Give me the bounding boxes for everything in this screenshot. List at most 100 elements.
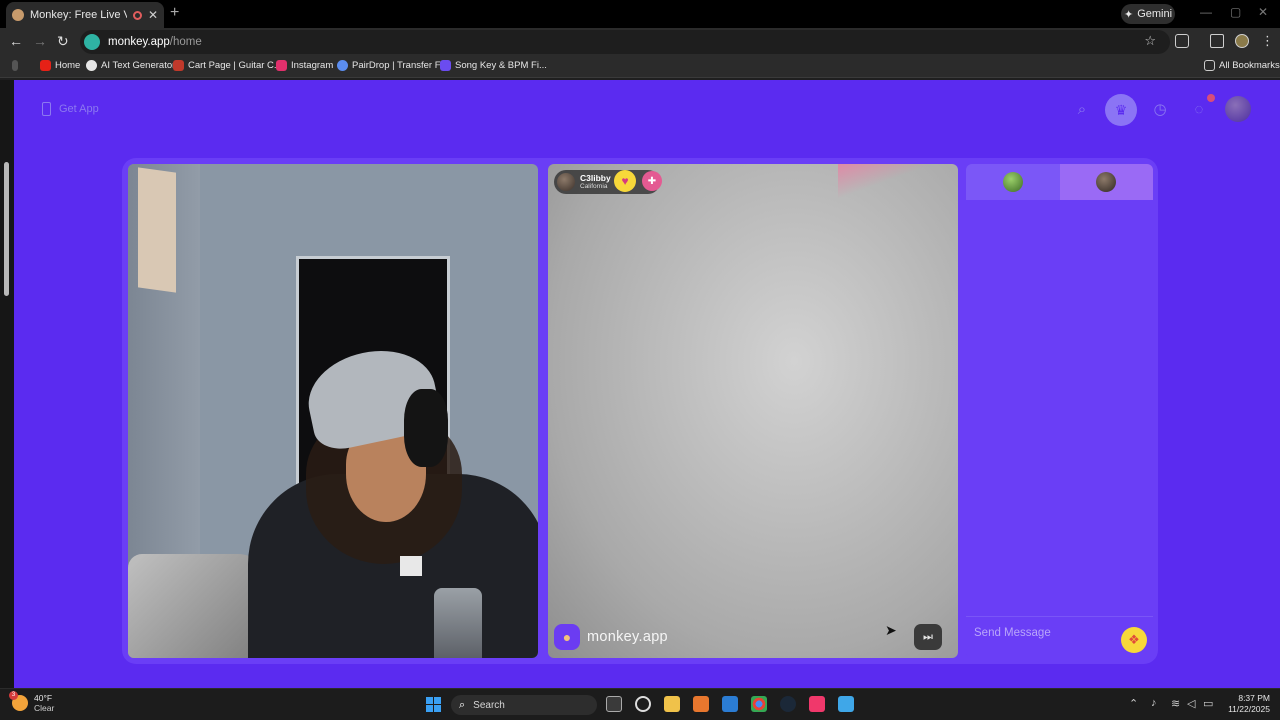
clock-time: 8:37 PM — [1238, 693, 1270, 703]
gift-icon[interactable]: ❖ — [1121, 627, 1147, 653]
forward-arrow-icon[interactable]: → — [33, 33, 47, 49]
monkey-logo-icon: ● — [554, 624, 580, 650]
address-bar[interactable]: monkey.app/home ☆ — [80, 30, 1170, 54]
heart-icon[interactable]: ♥ — [614, 170, 636, 192]
bookmarks-bar: Home AI Text Generator Cart Page | Guita… — [0, 56, 1280, 78]
app-a-icon[interactable] — [693, 696, 709, 712]
chrome-icon[interactable] — [751, 696, 767, 712]
cast-icon[interactable] — [1175, 34, 1189, 48]
taskbar-search-label: Search — [473, 699, 505, 711]
side-scrollbar[interactable] — [0, 80, 14, 688]
microphone — [434, 588, 482, 658]
monkey-favicon-icon — [12, 9, 24, 21]
word-icon[interactable] — [722, 696, 738, 712]
apps-grid-icon[interactable] — [12, 60, 18, 71]
remote-user-location: California — [580, 182, 608, 190]
led-strip — [838, 164, 958, 204]
battery-icon[interactable]: ▭ — [1203, 697, 1213, 710]
notification-badge — [1207, 94, 1215, 102]
chat-icon[interactable]: ◌ — [1188, 98, 1210, 120]
wifi-icon[interactable]: ≋ — [1171, 697, 1180, 710]
search-icon: ⌕ — [459, 698, 466, 711]
clock-date: 11/22/2025 — [1228, 704, 1270, 714]
file-explorer-icon[interactable] — [664, 696, 680, 712]
browser-titlebar: Monkey: Free Live Video Ch ✕ + ✦ Gemini … — [0, 0, 1280, 28]
bookmark-pairdrop[interactable]: PairDrop | Transfer F... — [337, 60, 447, 71]
bookmark-star-icon[interactable]: ☆ — [1144, 33, 1156, 49]
local-video — [128, 164, 538, 658]
mouse-cursor-icon: ➤ — [885, 622, 897, 638]
pillow — [128, 554, 268, 658]
scrollbar-thumb[interactable] — [4, 162, 9, 296]
brand-text: monkey.app — [587, 629, 668, 645]
monkey-watermark: ● monkey.app — [554, 624, 668, 650]
remote-video: C3libby California ♥ ✚ ● monkey.app ➤ ⏭ — [548, 164, 958, 658]
gemini-label: Gemini — [1137, 8, 1173, 20]
weather-temp: 40°F — [34, 693, 53, 703]
system-clock[interactable]: 8:37 PM 11/22/2025 — [1224, 693, 1270, 715]
tab-self[interactable] — [966, 164, 1060, 200]
chat-panel: ❖ — [966, 164, 1153, 658]
all-bookmarks[interactable]: All Bookmarks — [1204, 60, 1280, 71]
remote-avatar — [1096, 172, 1117, 192]
browser-tab[interactable]: Monkey: Free Live Video Ch ✕ — [6, 2, 164, 28]
room-window — [138, 167, 176, 293]
media-controls-icon[interactable] — [1210, 34, 1224, 48]
reload-icon[interactable]: ↻ — [57, 33, 69, 50]
music-icon — [440, 60, 451, 71]
skip-next-button[interactable]: ⏭ — [914, 624, 942, 650]
steam-icon[interactable] — [780, 696, 796, 712]
bookmark-ai-text-generator[interactable]: AI Text Generator — [86, 60, 175, 71]
profile-avatar[interactable] — [1225, 96, 1251, 122]
get-app-button[interactable]: Get App — [42, 102, 99, 116]
cart-icon — [173, 60, 184, 71]
task-view-icon[interactable] — [606, 696, 622, 712]
profile-icon[interactable] — [1235, 34, 1249, 48]
bookmark-cart-page[interactable]: Cart Page | Guitar C... — [173, 60, 282, 71]
url-text: monkey.app/home — [108, 36, 202, 48]
remote-user-avatar — [557, 173, 575, 191]
copilot-icon[interactable] — [635, 696, 651, 712]
send-message-input[interactable] — [974, 623, 1114, 643]
folder-icon — [1204, 60, 1215, 71]
maximize-icon[interactable]: ▢ — [1230, 5, 1241, 19]
taskbar-search[interactable]: ⌕ Search — [451, 695, 597, 715]
sparkle-icon: ✦ — [1123, 8, 1134, 21]
site-info-icon[interactable] — [84, 34, 100, 50]
pairdrop-icon — [337, 60, 348, 71]
remote-user-name: C3libby — [580, 172, 611, 183]
bookmark-song-key[interactable]: Song Key & BPM Fi... — [440, 60, 547, 71]
menu-kebab-icon[interactable]: ⋮ — [1261, 33, 1274, 49]
crown-icon[interactable]: ♛ — [1105, 94, 1137, 126]
gemini-button[interactable]: ✦ Gemini — [1121, 4, 1175, 24]
windows-start-icon[interactable] — [426, 697, 441, 712]
youtube-icon — [40, 60, 51, 71]
message-composer: ❖ — [966, 616, 1153, 658]
close-window-icon[interactable]: ✕ — [1258, 5, 1268, 19]
phone-icon — [42, 102, 51, 116]
tab-title: Monkey: Free Live Video Ch — [30, 9, 127, 21]
recording-indicator-icon — [132, 10, 142, 20]
photos-icon[interactable] — [838, 696, 854, 712]
back-arrow-icon[interactable]: ← — [9, 33, 23, 49]
windows-taskbar: 3 40°F Clear ⌕ Search ⌃ ♪ ≋ ◁ ▭ 8:37 PM … — [0, 688, 1280, 720]
bookmark-instagram[interactable]: Instagram — [276, 60, 333, 71]
bookmark-home[interactable]: Home — [40, 60, 80, 71]
instagram-icon — [276, 60, 287, 71]
tray-expand-icon[interactable]: ⌃ — [1129, 697, 1138, 710]
ai-icon — [86, 60, 97, 71]
new-tab-button[interactable]: + — [170, 4, 179, 22]
monkey-app-page: Get App ⌕ ♛ ◷ ◌ C3libby California ♥ ✚ ●… — [14, 80, 1280, 688]
weather-widget[interactable]: 3 40°F Clear — [9, 691, 54, 713]
microphone-icon[interactable]: ♪ — [1151, 697, 1157, 709]
tab-remote-user[interactable] — [1059, 164, 1153, 200]
music-app-icon[interactable] — [809, 696, 825, 712]
minimize-icon[interactable]: — — [1200, 5, 1212, 19]
browser-toolbar: ← → ↻ monkey.app/home ☆ ⋮ — [0, 28, 1280, 56]
close-tab-icon[interactable]: ✕ — [148, 8, 158, 22]
chain-pendant — [400, 556, 422, 576]
history-icon[interactable]: ◷ — [1149, 98, 1171, 120]
volume-icon[interactable]: ◁ — [1187, 697, 1195, 710]
gift-icon[interactable]: ✚ — [642, 171, 662, 191]
search-icon[interactable]: ⌕ — [1071, 98, 1093, 120]
